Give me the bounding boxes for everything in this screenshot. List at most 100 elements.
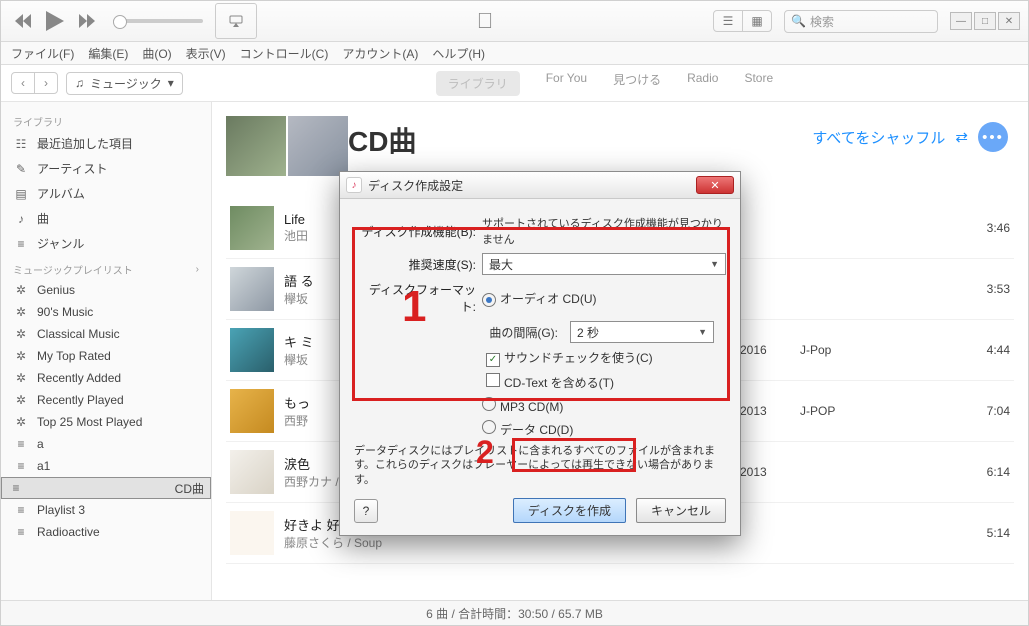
menu-file[interactable]: ファイル(F) xyxy=(11,45,74,62)
view-mode-toggle[interactable]: ☰ ▦ xyxy=(713,10,772,32)
list-icon: ≡ xyxy=(13,459,29,473)
sidebar-playlist-item[interactable]: ✲ Recently Added xyxy=(1,367,211,389)
speed-value: 最大 xyxy=(489,256,513,273)
track-artist: 藤原さくら / Soup xyxy=(284,534,730,551)
sidebar-playlist-item[interactable]: ✲ 90's Music xyxy=(1,301,211,323)
cdtext-checkbox[interactable]: CD-Text を含める(T) xyxy=(486,373,614,391)
sidebar-item-label: Playlist 3 xyxy=(37,503,85,517)
gear-icon: ✲ xyxy=(13,305,29,319)
track-year: 2013 xyxy=(740,465,790,479)
gear-icon: ✲ xyxy=(13,415,29,429)
sidebar-playlist-item[interactable]: ✲Recently Played xyxy=(1,389,211,411)
sidebar-library-item[interactable]: ♪曲 xyxy=(1,206,211,231)
tab-for-you[interactable]: For You xyxy=(546,71,587,96)
sidebar-library-item[interactable]: ≡ジャンル xyxy=(1,231,211,256)
nav-forward-button[interactable]: › xyxy=(35,73,57,93)
sidebar-playlist-item[interactable]: ✲My Top Rated xyxy=(1,345,211,367)
track-artwork xyxy=(230,450,274,494)
sidebar-item-label: 90's Music xyxy=(37,305,93,319)
tab-library[interactable]: ライブラリ xyxy=(436,71,520,96)
sidebar-playlist-item[interactable]: ≡ Radioactive xyxy=(1,521,211,543)
track-artwork xyxy=(230,328,274,372)
track-artwork xyxy=(230,206,274,250)
sidebar-library-item[interactable]: ☷最近追加した項目 xyxy=(1,131,211,156)
list-icon: ≡ xyxy=(13,525,29,539)
play-button[interactable] xyxy=(41,7,69,35)
sidebar-item-label: Radioactive xyxy=(37,525,100,539)
sidebar-playlist-item[interactable]: ≡ CD曲 xyxy=(1,477,211,499)
sidebar-item-label: a xyxy=(37,437,44,451)
help-button[interactable]: ? xyxy=(354,499,378,523)
track-duration: 6:14 xyxy=(950,465,1010,479)
media-category-select[interactable]: ♫ ミュージック ▾ xyxy=(66,72,183,95)
track-duration: 7:04 xyxy=(950,404,1010,418)
menu-controls[interactable]: コントロール(C) xyxy=(240,45,329,62)
burner-value: サポートされているディスク作成機能が見つかりません xyxy=(482,215,726,247)
sidebar-playlist-item[interactable]: ≡a1 xyxy=(1,455,211,477)
dialog-close-button[interactable]: ✕ xyxy=(696,176,734,194)
cancel-button[interactable]: キャンセル xyxy=(636,498,726,523)
airplay-button[interactable] xyxy=(215,3,257,39)
shuffle-icon: ⇄ xyxy=(955,128,968,146)
tab-radio[interactable]: Radio xyxy=(687,71,718,96)
sidebar-playlist-item[interactable]: ≡a xyxy=(1,433,211,455)
speed-select[interactable]: 最大 ▼ xyxy=(482,253,726,275)
maximize-button[interactable]: □ xyxy=(974,12,996,30)
next-button[interactable] xyxy=(73,7,101,35)
sidebar-item-icon: ▤ xyxy=(13,187,29,201)
sidebar-playlist-item[interactable]: ✲Genius xyxy=(1,279,211,301)
grid-view-icon[interactable]: ▦ xyxy=(743,11,771,31)
list-view-icon[interactable]: ☰ xyxy=(714,11,743,31)
list-icon: ≡ xyxy=(13,503,29,517)
menu-account[interactable]: アカウント(A) xyxy=(342,45,418,62)
menu-song[interactable]: 曲(O) xyxy=(142,45,171,62)
track-duration: 5:14 xyxy=(950,526,1010,540)
sidebar-playlist-item[interactable]: ✲Classical Music xyxy=(1,323,211,345)
format-audio-radio[interactable]: オーディオ CD(U) xyxy=(482,290,597,307)
sidebar-playlist-item[interactable]: ✲Top 25 Most Played xyxy=(1,411,211,433)
sidebar-item-label: Recently Added xyxy=(37,371,121,385)
section-title: CD曲 xyxy=(348,120,416,160)
album-thumb[interactable] xyxy=(288,116,348,176)
dialog-title: ディスク作成設定 xyxy=(368,177,463,194)
minimize-button[interactable]: — xyxy=(950,12,972,30)
volume-slider[interactable] xyxy=(113,19,203,23)
gear-icon: ✲ xyxy=(13,283,29,297)
search-input[interactable]: 🔍 検索 xyxy=(784,10,938,33)
sidebar-header-library: ライブラリ xyxy=(1,108,211,131)
prev-button[interactable] xyxy=(9,7,37,35)
gap-value: 2 秒 xyxy=(577,324,599,341)
list-icon: ≡ xyxy=(8,481,24,495)
gear-icon: ✲ xyxy=(13,393,29,407)
sidebar-library-item[interactable]: ✎ アーティスト xyxy=(1,156,211,181)
more-actions-button[interactable]: ••• xyxy=(978,122,1008,152)
close-window-button[interactable]: ✕ xyxy=(998,12,1020,30)
sidebar-playlist-item[interactable]: ≡ Playlist 3 xyxy=(1,499,211,521)
sidebar-item-label: CD曲 xyxy=(175,480,204,497)
format-mp3-radio[interactable]: MP3 CD(M) xyxy=(482,397,563,414)
shuffle-all-link[interactable]: すべてをシャッフル xyxy=(812,127,945,148)
sidebar-item-label: アーティスト xyxy=(37,160,108,177)
search-icon: 🔍 xyxy=(791,14,806,28)
chevron-right-icon: › xyxy=(196,264,199,275)
format-data-radio[interactable]: データ CD(D) xyxy=(482,420,573,438)
gear-icon: ✲ xyxy=(13,371,29,385)
tab-browse[interactable]: 見つける xyxy=(613,71,661,96)
chevron-down-icon: ▼ xyxy=(710,259,719,269)
gap-select[interactable]: 2 秒 ▼ xyxy=(570,321,714,343)
tab-store[interactable]: Store xyxy=(744,71,773,96)
album-thumb[interactable] xyxy=(226,116,286,176)
soundcheck-checkbox[interactable]: ✓サウンドチェックを使う(C) xyxy=(486,349,653,367)
sidebar-item-label: アルバム xyxy=(37,185,85,202)
menu-help[interactable]: ヘルプ(H) xyxy=(432,45,485,62)
search-placeholder: 検索 xyxy=(810,13,834,30)
track-duration: 3:46 xyxy=(950,221,1010,235)
menu-view[interactable]: 表示(V) xyxy=(186,45,226,62)
format-label: ディスクフォーマット: xyxy=(354,281,476,315)
nav-back-button[interactable]: ‹ xyxy=(12,73,35,93)
sidebar-item-label: 曲 xyxy=(37,210,49,227)
menu-edit[interactable]: 編集(E) xyxy=(88,45,128,62)
burn-disc-button[interactable]: ディスクを作成 xyxy=(513,498,626,523)
sidebar-item-icon: ✎ xyxy=(13,162,29,176)
sidebar-library-item[interactable]: ▤ アルバム xyxy=(1,181,211,206)
